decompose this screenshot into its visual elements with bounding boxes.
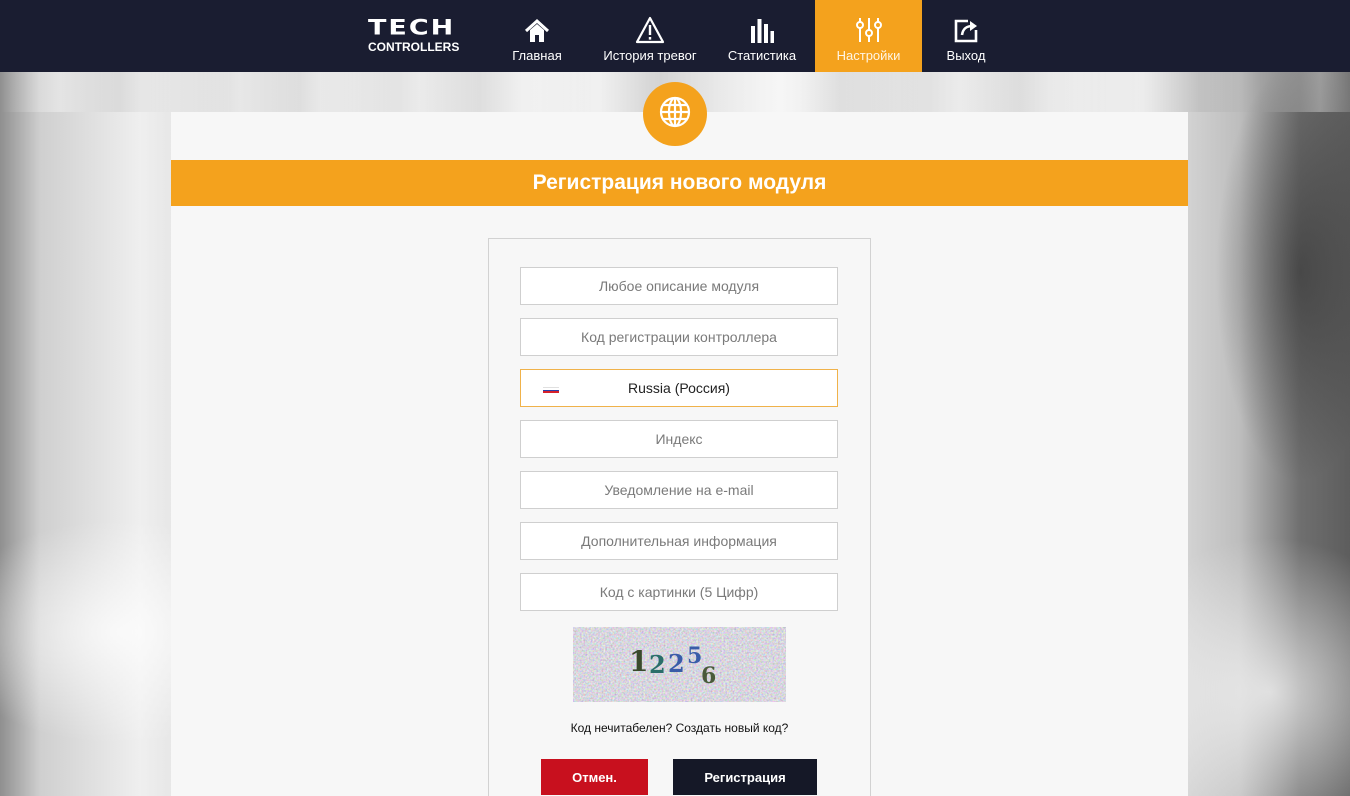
page-header-band: Регистрация нового модуля: [171, 160, 1188, 206]
tech-controllers-logo[interactable]: TECH CONTROLLERS: [368, 15, 464, 58]
nav-settings-label: Настройки: [836, 48, 901, 63]
globe-badge: [643, 82, 707, 146]
nav-statistics[interactable]: Статистика: [716, 0, 808, 72]
exit-icon: [953, 14, 979, 44]
postal-index-input[interactable]: [520, 420, 838, 458]
svg-text:2: 2: [668, 649, 685, 678]
nav-alarm-history[interactable]: История тревог: [592, 0, 708, 72]
logo-mark: TECH: [368, 15, 456, 40]
svg-text:6: 6: [701, 663, 716, 689]
statistics-icon: [749, 14, 775, 44]
additional-info-input[interactable]: [520, 522, 838, 560]
sliders-icon: [855, 14, 883, 44]
home-icon: [524, 14, 550, 44]
nav-settings[interactable]: Настройки: [815, 0, 922, 72]
captcha-code-input[interactable]: [520, 573, 838, 611]
nav-exit[interactable]: Выход: [934, 0, 998, 72]
captcha-refresh-link[interactable]: Код нечитабелен? Создать новый код?: [489, 721, 870, 735]
nav-home[interactable]: Главная: [505, 0, 569, 72]
warning-icon: [635, 14, 665, 44]
nav-alarm-history-label: История тревог: [603, 48, 697, 63]
controller-registration-code-input[interactable]: [520, 318, 838, 356]
page-title: Регистрация нового модуля: [532, 171, 827, 194]
country-select[interactable]: Russia (Россия): [520, 369, 838, 407]
nav-exit-label: Выход: [946, 48, 986, 63]
module-description-input[interactable]: [520, 267, 838, 305]
email-notification-input[interactable]: [520, 471, 838, 509]
register-button[interactable]: Регистрация: [673, 759, 817, 795]
top-nav-bar: TECH CONTROLLERS Главная История тревог: [0, 0, 1350, 72]
logo-subtitle: CONTROLLERS: [368, 40, 460, 54]
captcha-image: 1 2 2 5 6: [573, 627, 786, 702]
cancel-button[interactable]: Отмен.: [541, 759, 648, 795]
svg-text:1: 1: [629, 645, 648, 678]
country-selected-value: Russia (Россия): [628, 380, 730, 396]
russia-flag-icon: [543, 387, 559, 394]
svg-text:2: 2: [649, 650, 666, 679]
nav-statistics-label: Статистика: [727, 48, 797, 63]
registration-form: Russia (Россия) 1 2 2 5 6 Код нечитабеле…: [488, 238, 871, 796]
nav-home-label: Главная: [512, 48, 562, 63]
globe-icon: [658, 95, 692, 134]
